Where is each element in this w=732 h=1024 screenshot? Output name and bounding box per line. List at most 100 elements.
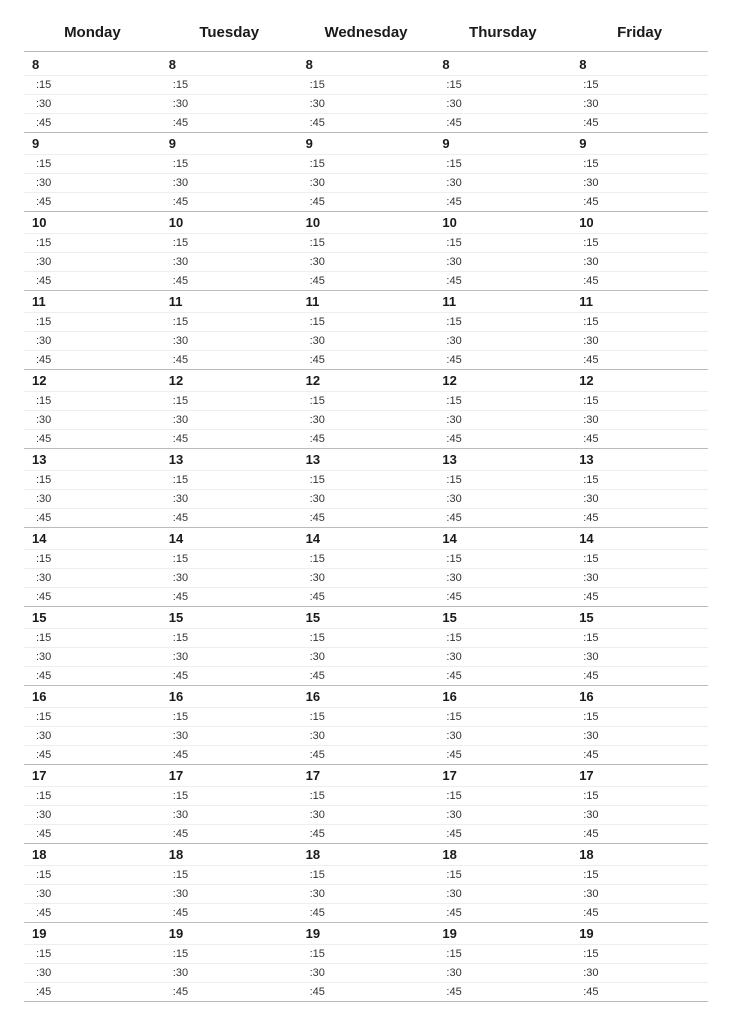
hour-block: 99999:15:15:15:15:15:30:30:30:30:30:45:4… (24, 133, 708, 212)
minute-cell: :15 (24, 234, 161, 252)
minute-cell: :15 (434, 550, 571, 568)
minute-cell: :30 (571, 490, 708, 508)
minute-row: :45:45:45:45:45 (24, 193, 708, 211)
minute-cell: :15 (298, 550, 435, 568)
hour-row: 88888 (24, 54, 708, 76)
minute-cell: :15 (298, 155, 435, 173)
hour-cell: 9 (571, 133, 708, 154)
minute-cell: :30 (571, 727, 708, 745)
hour-cell: 17 (571, 765, 708, 786)
minute-row: :15:15:15:15:15 (24, 313, 708, 332)
minute-cell: :45 (571, 114, 708, 132)
minute-cell: :30 (24, 95, 161, 113)
hour-cell: 11 (24, 291, 161, 312)
minute-cell: :45 (434, 430, 571, 448)
minute-cell: :15 (571, 787, 708, 805)
minute-cell: :30 (161, 253, 298, 271)
minute-cell: :30 (298, 648, 435, 666)
hour-cell: 8 (571, 54, 708, 75)
minute-cell: :30 (298, 411, 435, 429)
hour-cell: 13 (161, 449, 298, 470)
minute-cell: :15 (434, 629, 571, 647)
minute-cell: :30 (161, 569, 298, 587)
minute-cell: :30 (161, 885, 298, 903)
hour-cell: 9 (434, 133, 571, 154)
hour-block: 1919191919:15:15:15:15:15:30:30:30:30:30… (24, 923, 708, 1002)
minute-cell: :15 (298, 392, 435, 410)
minute-cell: :30 (24, 332, 161, 350)
weekly-schedule: MondayTuesdayWednesdayThursdayFriday 888… (24, 20, 708, 1002)
hour-block: 1313131313:15:15:15:15:15:30:30:30:30:30… (24, 449, 708, 528)
hour-cell: 13 (434, 449, 571, 470)
minute-cell: :30 (434, 95, 571, 113)
hour-cell: 15 (571, 607, 708, 628)
minute-cell: :45 (434, 509, 571, 527)
minute-cell: :45 (298, 193, 435, 211)
minute-row: :45:45:45:45:45 (24, 667, 708, 685)
minute-cell: :30 (298, 727, 435, 745)
hour-cell: 15 (161, 607, 298, 628)
minute-cell: :15 (161, 471, 298, 489)
hour-row: 1515151515 (24, 607, 708, 629)
minute-cell: :15 (434, 392, 571, 410)
hour-cell: 18 (24, 844, 161, 865)
minute-row: :30:30:30:30:30 (24, 411, 708, 430)
hour-cell: 8 (161, 54, 298, 75)
minute-cell: :45 (434, 983, 571, 1001)
minute-cell: :15 (24, 313, 161, 331)
minute-row: :15:15:15:15:15 (24, 76, 708, 95)
minute-cell: :15 (161, 313, 298, 331)
hour-block: 1717171717:15:15:15:15:15:30:30:30:30:30… (24, 765, 708, 844)
minute-row: :30:30:30:30:30 (24, 490, 708, 509)
minute-cell: :30 (434, 253, 571, 271)
hour-cell: 13 (24, 449, 161, 470)
minute-cell: :45 (434, 193, 571, 211)
minute-cell: :45 (298, 351, 435, 369)
minute-cell: :15 (434, 155, 571, 173)
minute-cell: :15 (24, 787, 161, 805)
hour-cell: 9 (24, 133, 161, 154)
hour-cell: 17 (434, 765, 571, 786)
minute-cell: :15 (434, 76, 571, 94)
hour-row: 1313131313 (24, 449, 708, 471)
hour-cell: 12 (24, 370, 161, 391)
hour-row: 1212121212 (24, 370, 708, 392)
hour-cell: 19 (298, 923, 435, 944)
hour-cell: 10 (298, 212, 435, 233)
minute-cell: :30 (298, 253, 435, 271)
minute-cell: :30 (571, 95, 708, 113)
minute-cell: :15 (161, 234, 298, 252)
minute-cell: :45 (24, 351, 161, 369)
minute-cell: :45 (161, 430, 298, 448)
minute-cell: :45 (161, 667, 298, 685)
hour-cell: 10 (24, 212, 161, 233)
minute-cell: :30 (161, 490, 298, 508)
hour-cell: 8 (298, 54, 435, 75)
minute-cell: :15 (571, 155, 708, 173)
minute-cell: :45 (24, 272, 161, 290)
hour-cell: 14 (571, 528, 708, 549)
minute-cell: :15 (161, 866, 298, 884)
minute-cell: :45 (571, 351, 708, 369)
minute-cell: :30 (24, 253, 161, 271)
minute-row: :30:30:30:30:30 (24, 806, 708, 825)
minute-row: :15:15:15:15:15 (24, 155, 708, 174)
hour-row: 1010101010 (24, 212, 708, 234)
minute-cell: :45 (298, 825, 435, 843)
hour-cell: 15 (298, 607, 435, 628)
minute-cell: :45 (298, 509, 435, 527)
hour-row: 1919191919 (24, 923, 708, 945)
day-header: Tuesday (161, 20, 298, 45)
minute-cell: :15 (24, 866, 161, 884)
minute-cell: :45 (571, 825, 708, 843)
minute-cell: :45 (571, 430, 708, 448)
minute-cell: :15 (24, 945, 161, 963)
minute-row: :30:30:30:30:30 (24, 648, 708, 667)
minute-cell: :45 (571, 272, 708, 290)
minute-row: :15:15:15:15:15 (24, 550, 708, 569)
minute-cell: :45 (298, 904, 435, 922)
minute-cell: :45 (434, 825, 571, 843)
minute-cell: :45 (298, 746, 435, 764)
minute-cell: :45 (24, 825, 161, 843)
minute-cell: :30 (434, 806, 571, 824)
